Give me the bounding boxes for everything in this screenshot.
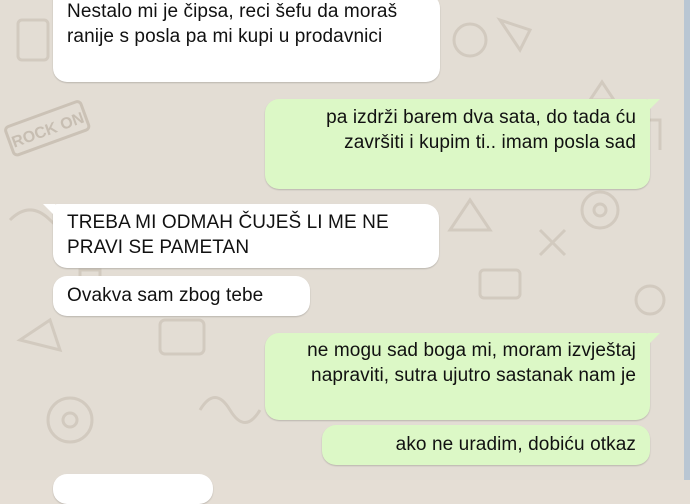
record-doodle-icon: [580, 190, 620, 230]
window-edge: [684, 0, 690, 480]
cross-doodle-icon: [538, 228, 567, 257]
message-outgoing[interactable]: ako ne uradim, dobiću otkaz: [322, 425, 650, 465]
megaphone-doodle-icon: [16, 317, 63, 353]
message-text: Ovakva sam zbog tebe: [67, 285, 264, 306]
message-text: pa izdrži barem dva sata, do tada ću zav…: [326, 107, 636, 153]
message-text: Nestalo mi je čipsa, reci šefu da moraš …: [67, 1, 398, 47]
triangle-doodle-icon-2: [447, 197, 493, 232]
tv-doodle-icon: [478, 268, 522, 300]
bubble-tail: [648, 333, 660, 345]
triangle-doodle-icon-3: [587, 79, 617, 102]
dot-doodle-icon: [634, 284, 666, 316]
message-outgoing[interactable]: ne mogu sad boga mi, moram izvještaj nap…: [265, 333, 650, 420]
rock-on-doodle: ROCK ON: [4, 100, 91, 157]
message-incoming[interactable]: Nestalo mi je čipsa, reci šefu da moraš …: [53, 0, 440, 82]
phone-doodle-icon: [16, 18, 50, 62]
message-incoming[interactable]: TREBA MI ODMAH ČUJEŠ LI ME NE PRAVI SE P…: [53, 204, 439, 268]
briefcase-doodle-icon-2: [158, 318, 206, 356]
message-outgoing[interactable]: pa izdrži barem dva sata, do tada ću zav…: [265, 99, 650, 189]
squiggle-doodle-icon: [198, 396, 262, 424]
disc-doodle-icon: [46, 396, 94, 444]
message-text: ne mogu sad boga mi, moram izvještaj nap…: [307, 340, 636, 386]
bubble-tail: [43, 204, 55, 216]
message-text: TREBA MI ODMAH ČUJEŠ LI ME NE PRAVI SE P…: [67, 212, 389, 258]
message-text: ako ne uradim, dobiću otkaz: [395, 434, 636, 455]
bubble-tail: [648, 99, 660, 111]
message-incoming-partial[interactable]: [53, 474, 213, 504]
circle-doodle-icon: [452, 22, 488, 58]
message-incoming[interactable]: Ovakva sam zbog tebe: [53, 276, 310, 316]
triangle-doodle-icon: [496, 17, 533, 53]
